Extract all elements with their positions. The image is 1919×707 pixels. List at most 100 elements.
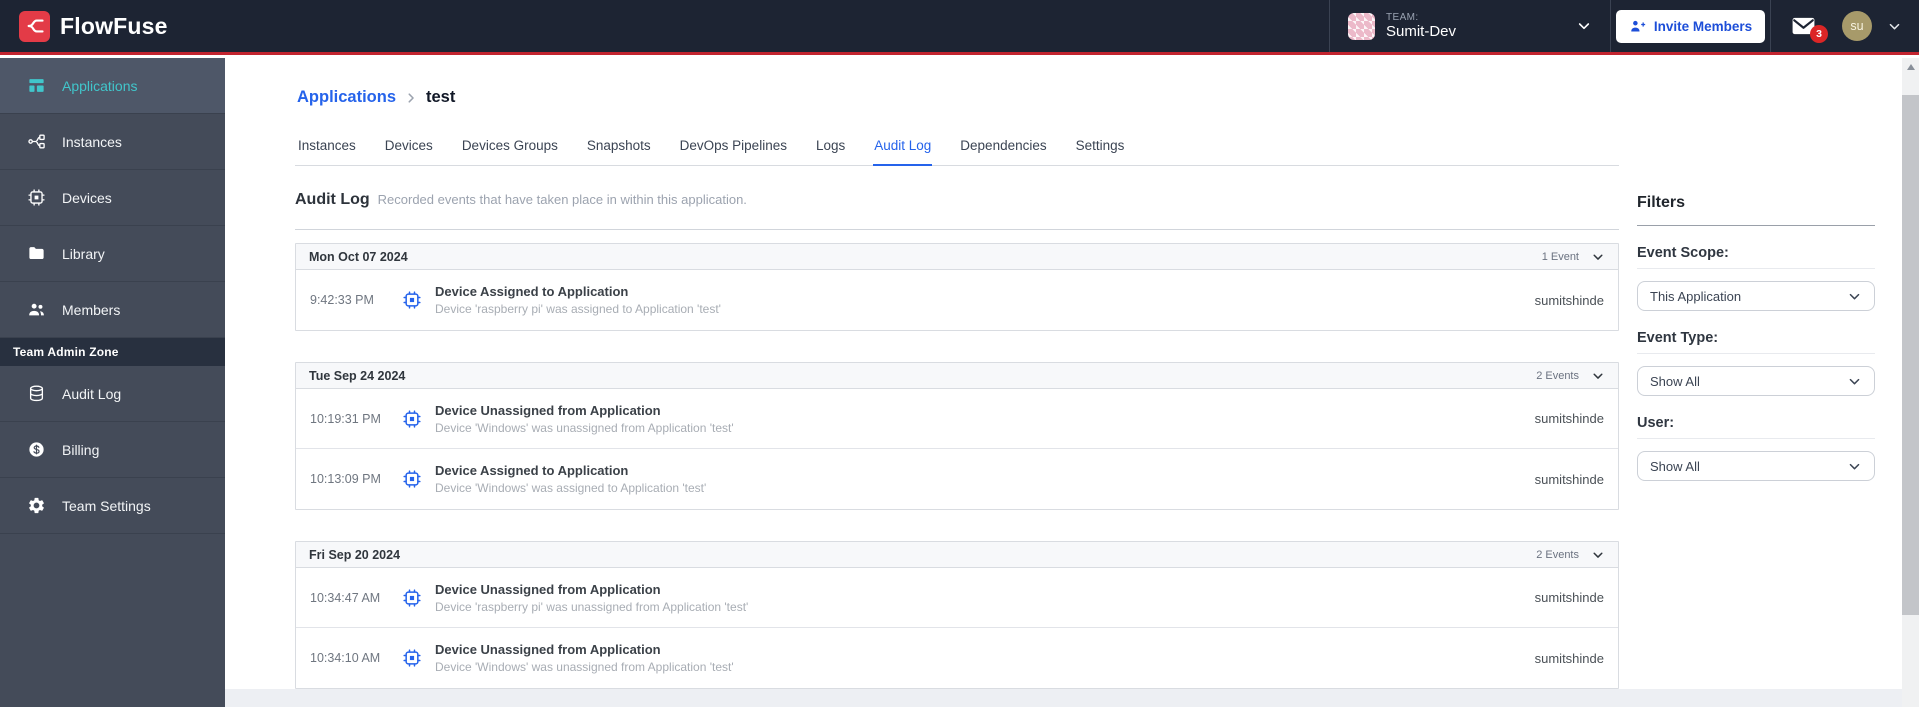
device-chip-icon [402, 588, 422, 608]
event-title: Device Unassigned from Application [435, 581, 661, 597]
tab-devices-groups[interactable]: Devices Groups [461, 130, 559, 166]
filter-label: Event Type: [1637, 330, 1875, 354]
chevron-right-icon [404, 91, 418, 105]
audit-log-database-icon [27, 384, 46, 403]
event-user: sumitshinde [1534, 471, 1604, 487]
tab-snapshots[interactable]: Snapshots [586, 130, 652, 166]
event-row: 10:19:31 PM Device Unassigned from Appli… [296, 389, 1618, 449]
sidebar-item-team-settings[interactable]: Team Settings [0, 478, 225, 534]
user-menu[interactable]: su [1836, 0, 1919, 52]
filter-event-type: Event Type: Show All [1637, 330, 1875, 396]
filters-title: Filters [1637, 194, 1875, 226]
filter-user: User: Show All [1637, 415, 1875, 481]
event-group: Fri Sep 20 2024 2 Events 10:34:47 AM Dev… [295, 541, 1619, 689]
sidebar-item-devices[interactable]: Devices [0, 170, 225, 226]
event-title: Device Unassigned from Application [435, 642, 661, 657]
user-filter-value: Show All [1650, 458, 1700, 474]
invite-wrap: Invite Members [1611, 0, 1770, 52]
event-time: 10:13:09 PM [310, 472, 381, 486]
group-date: Mon Oct 07 2024 [309, 249, 408, 264]
event-time: 10:34:10 AM [310, 651, 381, 665]
group-date: Fri Sep 20 2024 [309, 547, 401, 562]
sidebar-item-library[interactable]: Library [0, 226, 225, 282]
chevron-down-icon[interactable] [1591, 369, 1605, 383]
event-user: sumitshinde [1534, 411, 1604, 426]
app-window: FlowFuse TEAM: Sumit-Dev Invite Members … [0, 0, 1919, 707]
user-select[interactable]: Show All [1637, 451, 1875, 481]
team-name: Sumit-Dev [1386, 23, 1457, 41]
sidebar-item-billing[interactable]: Billing [0, 422, 225, 478]
brand-name: FlowFuse [60, 12, 168, 39]
breadcrumb-applications-link[interactable]: Applications [297, 88, 396, 107]
tab-logs[interactable]: Logs [815, 130, 846, 166]
event-title: Device Unassigned from Application [435, 402, 661, 418]
event-description: Device 'Windows' was unassigned from App… [435, 660, 734, 674]
event-group-header[interactable]: Fri Sep 20 2024 2 Events [296, 542, 1618, 568]
sidebar-item-label: Billing [62, 441, 100, 458]
team-label: TEAM: [1386, 11, 1419, 23]
chevron-down-icon[interactable] [1591, 548, 1605, 562]
members-icon [27, 300, 46, 319]
device-chip-icon [402, 409, 422, 429]
group-date: Tue Sep 24 2024 [309, 368, 406, 383]
device-chip-icon [402, 648, 422, 668]
event-title: Device Assigned to Application [435, 463, 629, 478]
sidebar-item-label: Library [62, 245, 105, 262]
user-plus-icon [1629, 18, 1646, 35]
main-content: Applications test Instances Devices Devi… [225, 58, 1902, 707]
device-chip-icon [402, 290, 422, 310]
team-text: TEAM: Sumit-Dev [1386, 12, 1456, 41]
tab-devices[interactable]: Devices [384, 130, 434, 166]
event-time: 10:19:31 PM [310, 411, 381, 426]
device-chip-icon [402, 469, 422, 489]
brand-home-link[interactable]: FlowFuse [0, 10, 168, 42]
vertical-scrollbar [1902, 58, 1919, 707]
sidebar-item-applications[interactable]: Applications [0, 58, 225, 114]
sidebar-item-instances[interactable]: Instances [0, 114, 225, 170]
page-title: Audit Log [295, 191, 370, 208]
sidebar-item-label: Instances [62, 133, 122, 150]
tab-instances[interactable]: Instances [297, 130, 357, 166]
event-row: 10:34:47 AM Device Unassigned from Appli… [296, 568, 1618, 628]
chevron-down-icon [1887, 19, 1902, 34]
tab-devops-pipelines[interactable]: DevOps Pipelines [679, 130, 788, 166]
event-time: 9:42:33 PM [310, 293, 374, 307]
event-row: 9:42:33 PM Device Assigned to Applicatio… [296, 270, 1618, 330]
sidebar-item-audit-log[interactable]: Audit Log [0, 366, 225, 422]
event-type-select[interactable]: Show All [1637, 366, 1875, 396]
filter-label: Event Scope: [1637, 245, 1875, 269]
device-chip-icon [27, 188, 46, 207]
breadcrumb: Applications test [297, 88, 455, 107]
audit-event-list: Mon Oct 07 2024 1 Event 9:42:33 PM Devic… [295, 243, 1619, 707]
tab-settings[interactable]: Settings [1075, 130, 1126, 166]
event-description: Device 'raspberry pi' was unassigned fro… [435, 599, 749, 614]
group-event-count: 2 Events [1536, 548, 1579, 561]
event-group-header[interactable]: Mon Oct 07 2024 1 Event [296, 244, 1618, 270]
settings-gear-icon [27, 496, 46, 515]
event-title: Device Assigned to Application [435, 284, 629, 299]
tab-bar: Instances Devices Devices Groups Snapsho… [295, 130, 1619, 166]
event-scope-select[interactable]: This Application [1637, 281, 1875, 311]
event-type-value: Show All [1650, 373, 1700, 389]
team-selector[interactable]: TEAM: Sumit-Dev [1330, 0, 1610, 52]
invite-members-button[interactable]: Invite Members [1615, 9, 1766, 43]
sidebar-item-label: Devices [62, 189, 112, 206]
user-avatar: su [1842, 11, 1872, 41]
breadcrumb-current: test [426, 88, 456, 106]
filter-label: User: [1637, 415, 1875, 439]
event-user: sumitshinde [1534, 650, 1604, 666]
top-navbar: FlowFuse TEAM: Sumit-Dev Invite Members … [0, 0, 1919, 55]
scroll-up-button[interactable] [1902, 58, 1919, 75]
applications-icon [27, 76, 46, 95]
sidebar-item-members[interactable]: Members [0, 282, 225, 338]
team-avatar [1348, 12, 1375, 40]
chevron-down-icon [1849, 378, 1860, 384]
notification-badge: 3 [1810, 25, 1828, 43]
tab-dependencies[interactable]: Dependencies [959, 130, 1047, 166]
tab-audit-log[interactable]: Audit Log [873, 130, 933, 166]
chevron-down-icon[interactable] [1591, 250, 1605, 264]
event-group-header[interactable]: Tue Sep 24 2024 2 Events [296, 363, 1618, 389]
team-admin-zone-band: Team Admin Zone [0, 338, 225, 366]
scrollbar-thumb[interactable] [1902, 95, 1919, 615]
notifications-button[interactable]: 3 [1771, 0, 1836, 52]
